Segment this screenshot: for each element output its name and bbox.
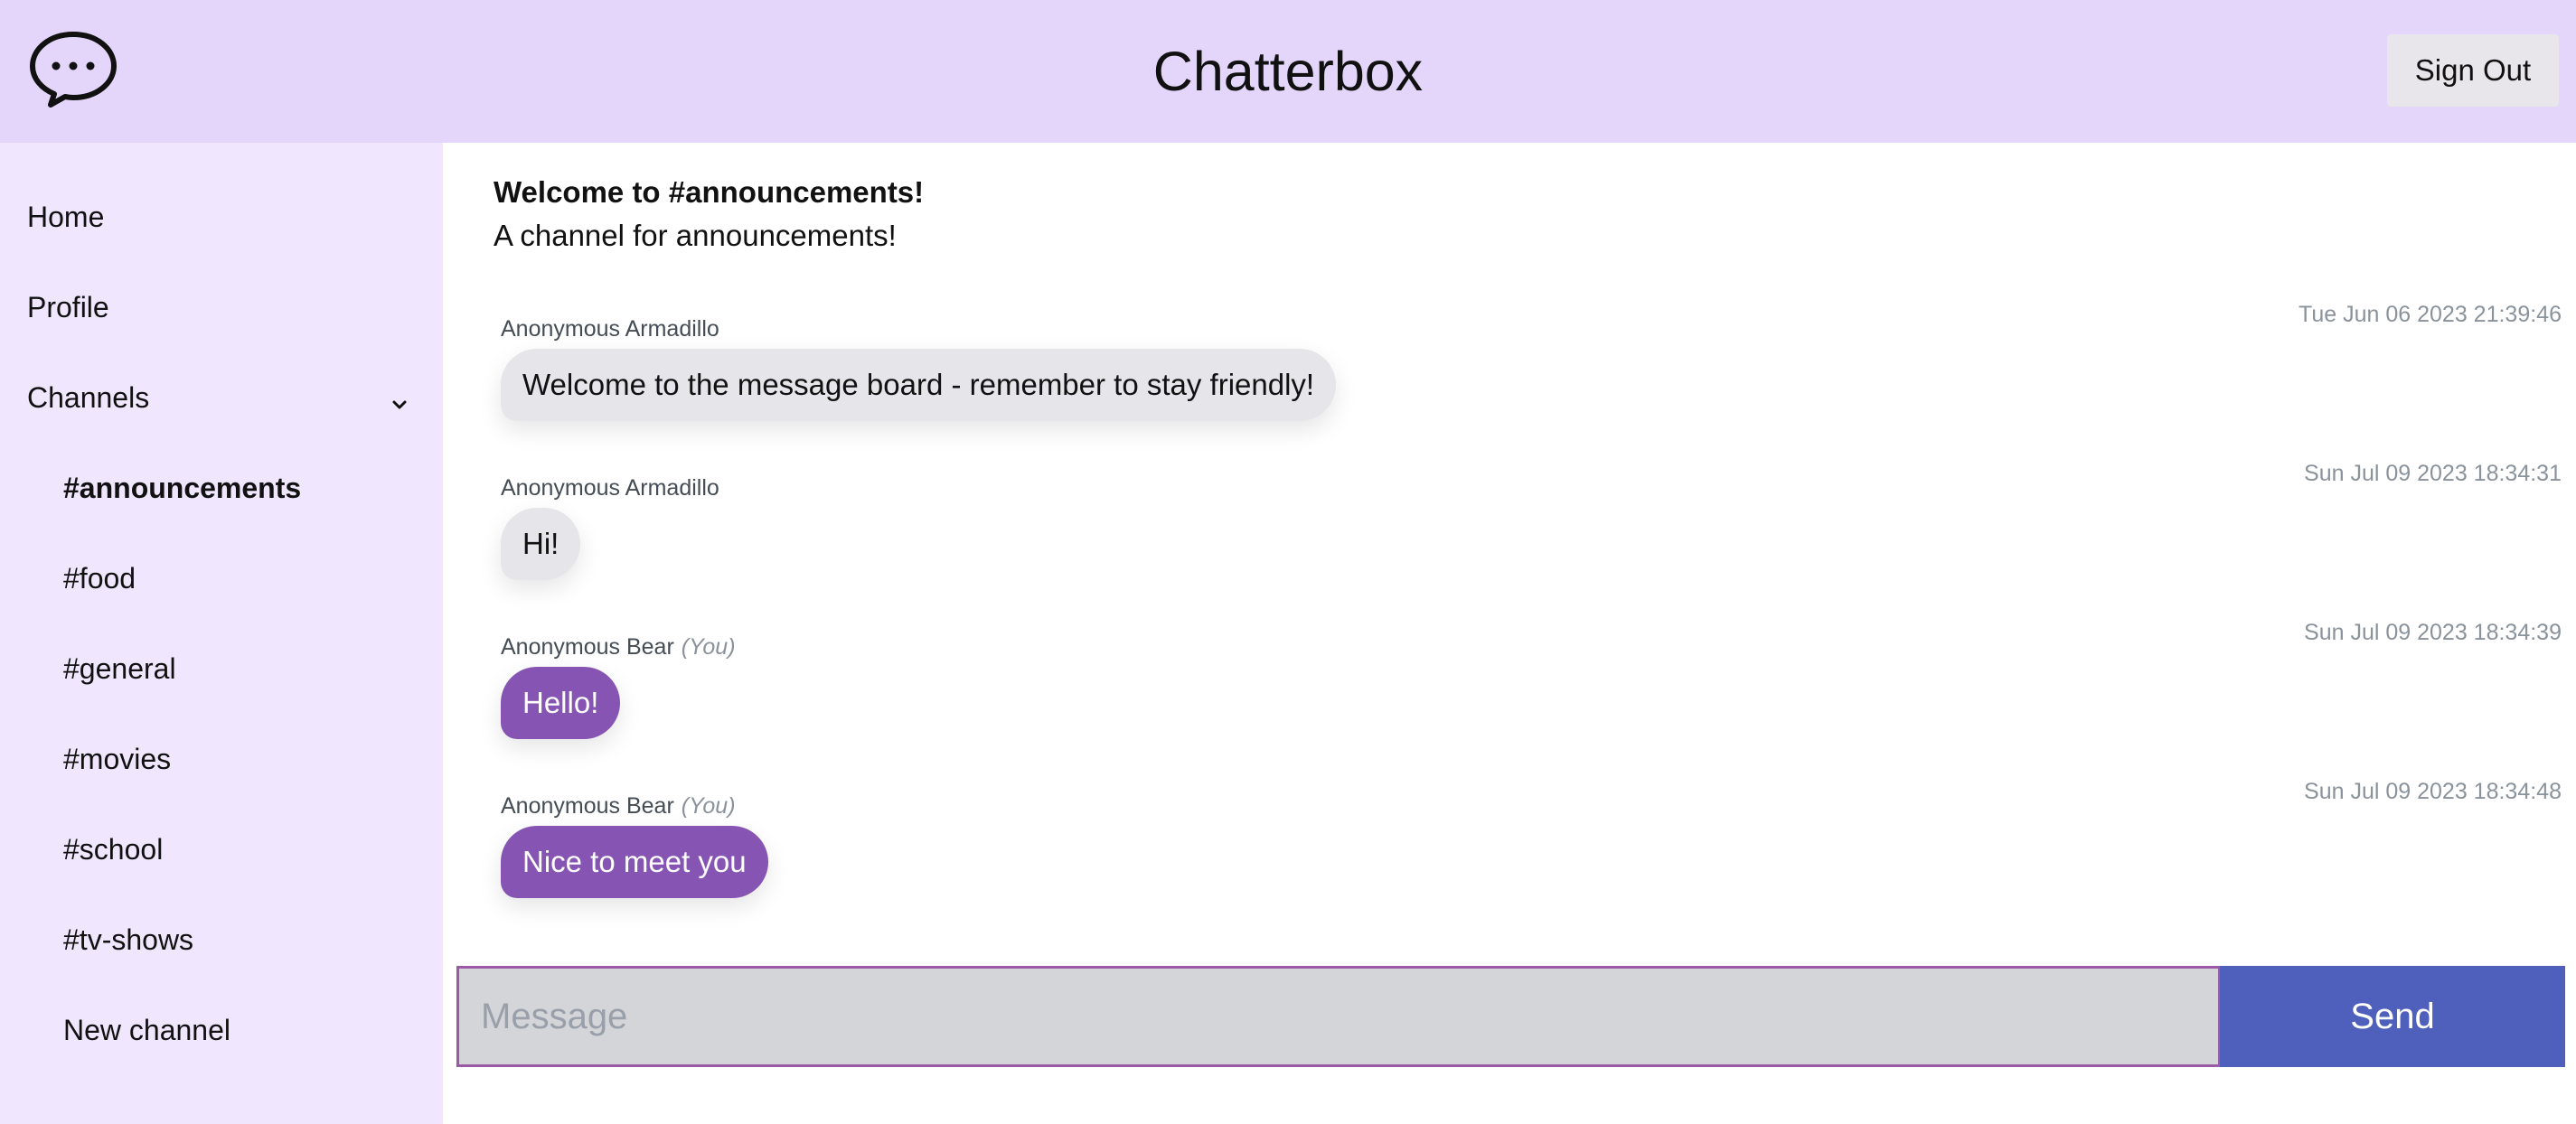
channel-item-school[interactable]: #school: [63, 822, 425, 876]
you-tag: (You): [681, 793, 736, 819]
message-bubble: Hello!: [501, 667, 621, 739]
you-tag: (You): [681, 634, 736, 660]
app-title: Chatterbox: [1152, 41, 1424, 102]
channel-item-announcements[interactable]: #announcements: [63, 461, 425, 515]
channel-description: A channel for announcements!: [494, 219, 897, 252]
message-timestamp: Sun Jul 09 2023 18:34:39: [2304, 620, 2562, 645]
channel-welcome-title: Welcome to #announcements!: [494, 175, 925, 209]
speech-bubble-ellipsis-icon: [27, 29, 119, 108]
chevron-down-icon[interactable]: [389, 389, 410, 410]
sign-out-button[interactable]: Sign Out: [2387, 34, 2559, 107]
message-bubble: Nice to meet you: [501, 826, 768, 898]
sidebar: Home Profile Channels #announcements #fo…: [0, 143, 443, 1124]
channel-item-general[interactable]: #general: [63, 642, 425, 696]
message-author: Anonymous Bear (You): [501, 634, 736, 660]
message-bubble: Hi!: [501, 508, 581, 580]
message-timestamp: Tue Jun 06 2023 21:39:46: [2299, 302, 2562, 327]
channel-item-movies[interactable]: #movies: [63, 732, 425, 786]
message-author: Anonymous Armadillo: [501, 475, 719, 501]
sidebar-item-channels[interactable]: Channels: [27, 370, 425, 425]
chat-main: Welcome to #announcements! A channel for…: [443, 143, 2576, 1124]
message-timestamp: Sun Jul 09 2023 18:34:31: [2304, 461, 2562, 486]
message-timestamp: Sun Jul 09 2023 18:34:48: [2304, 779, 2562, 804]
send-button[interactable]: Send: [2220, 966, 2565, 1067]
channel-item-tv-shows[interactable]: #tv-shows: [63, 913, 425, 967]
message-author: Anonymous Bear (You): [501, 793, 736, 819]
new-channel-button[interactable]: New channel: [63, 1003, 425, 1057]
sidebar-item-home[interactable]: Home: [27, 190, 425, 244]
message-item: Anonymous Armadillo Sun Jul 09 2023 18:3…: [501, 461, 2562, 634]
app-header: Chatterbox Sign Out: [0, 0, 2576, 143]
message-item: Anonymous Bear (You) Sun Jul 09 2023 18:3…: [501, 779, 2562, 952]
message-bubble: Welcome to the message board - remember …: [501, 349, 1337, 421]
message-item: Anonymous Bear (You) Sun Jul 09 2023 18:3…: [501, 620, 2562, 793]
message-input[interactable]: [456, 966, 2221, 1067]
sidebar-item-profile[interactable]: Profile: [27, 280, 425, 334]
message-item: Anonymous Armadillo Tue Jun 06 2023 21:3…: [501, 302, 2562, 475]
channels-label: Channels: [27, 380, 150, 414]
channel-item-food[interactable]: #food: [63, 551, 425, 605]
message-author: Anonymous Armadillo: [501, 316, 719, 342]
